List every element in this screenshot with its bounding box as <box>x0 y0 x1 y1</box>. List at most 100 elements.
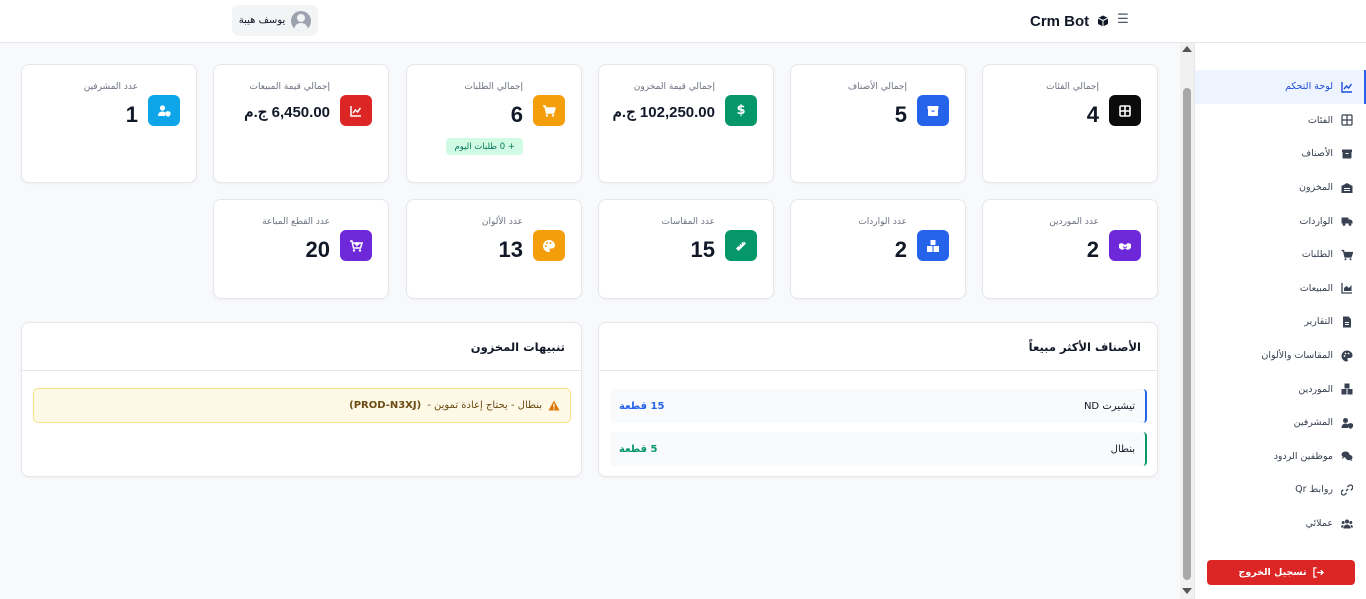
alert-sku: (PROD-N3XJ) <box>349 400 422 411</box>
sidebar-item-label: المخزون <box>1299 182 1333 194</box>
best-sellers-panel: الأصناف الأكثر مبيعاً تيشيرت ND 15 قطعة … <box>598 322 1158 477</box>
user-shield-icon <box>1341 417 1353 429</box>
sidebar-item-label: المشرفين <box>1293 417 1333 429</box>
stat-label: إجمالي الطلبات <box>464 82 523 92</box>
palette-icon <box>1341 350 1353 362</box>
user-name: يوسف هيبة <box>238 15 286 26</box>
scroll-down-arrow-icon[interactable] <box>1182 588 1192 594</box>
bars-icon[interactable]: ☰ <box>1116 12 1130 28</box>
stat-value: 2 <box>894 237 907 262</box>
stat-label: إجمالي قيمة المبيعات <box>249 82 330 92</box>
brand[interactable]: Crm Bot <box>1030 10 1109 32</box>
sidebar-item-label: المقاسات والألوان <box>1261 350 1333 362</box>
scrollbar-thumb[interactable] <box>1183 88 1191 580</box>
boxes-icon <box>1341 383 1353 395</box>
stat-card-imports[interactable]: عدد الواردات 2 <box>790 199 966 299</box>
sidebar-item-label: الموردين <box>1298 383 1333 395</box>
scroll-up-arrow-icon[interactable] <box>1182 46 1192 52</box>
stat-card-categories[interactable]: إجمالي الفئات 4 <box>982 64 1158 183</box>
box-icon <box>917 95 949 126</box>
sidebar-item-label: الواردات <box>1299 215 1333 227</box>
product-name: بنطال <box>1110 443 1135 455</box>
stock-alert: بنطال - يحتاج إعادة تموين - (PROD-N3XJ) <box>33 388 571 423</box>
stat-label: عدد المقاسات <box>661 217 715 227</box>
sidebar-item-sizes-colors[interactable]: المقاسات والألوان <box>1195 339 1366 373</box>
user-menu[interactable]: يوسف هيبة <box>232 5 318 36</box>
sidebar-item-suppliers[interactable]: الموردين <box>1195 372 1366 406</box>
dollar-icon: $ <box>725 95 757 126</box>
stat-value: 102,250.00 ج.م <box>612 104 715 121</box>
chart-line-icon <box>340 95 372 126</box>
stat-label: إجمالي الفئات <box>1046 82 1099 92</box>
sign-out-icon <box>1312 567 1324 578</box>
stat-card-suppliers[interactable]: عدد الموردين 2 <box>982 199 1158 299</box>
sidebar-nav: لوحة التحكم الفئات الأصناف المخزون الوار… <box>1195 70 1366 540</box>
stat-card-sales-value[interactable]: إجمالي قيمة المبيعات 6,450.00 ج.م <box>213 64 389 183</box>
stat-value: 1 <box>125 102 138 127</box>
cart-icon <box>533 95 565 126</box>
comments-icon <box>1341 450 1353 462</box>
list-item[interactable]: بنطال 5 قطعة <box>610 432 1147 466</box>
stat-value: 20 <box>305 237 330 262</box>
stock-alerts-panel: تنبيهات المخزون بنطال - يحتاج إعادة تموي… <box>21 322 582 477</box>
warning-icon <box>548 400 560 411</box>
stat-label: عدد المشرفين <box>83 82 138 92</box>
grid-icon <box>1341 114 1353 126</box>
box-icon <box>1341 148 1353 160</box>
product-qty: 15 قطعة <box>619 400 665 412</box>
stat-label: إجمالي قيمة المخزون <box>633 82 715 92</box>
stat-card-supervisors[interactable]: عدد المشرفين 1 <box>21 64 197 183</box>
truck-icon <box>1341 215 1353 227</box>
stat-label: إجمالي الأصناف <box>847 82 907 92</box>
stat-card-orders[interactable]: إجمالي الطلبات 6 + 0 طلبات اليوم <box>406 64 582 183</box>
top-bar: ☰ Crm Bot يوسف هيبة <box>0 0 1366 43</box>
product-name: تيشيرت ND <box>1083 400 1135 412</box>
sidebar-item-orders[interactable]: الطلبات <box>1195 238 1366 272</box>
user-shield-icon <box>148 95 180 126</box>
sidebar-item-imports[interactable]: الواردات <box>1195 204 1366 238</box>
chart-line-icon <box>1341 81 1353 93</box>
sidebar-item-label: الطلبات <box>1301 249 1333 261</box>
sidebar-item-categories[interactable]: الفئات <box>1195 104 1366 138</box>
chart-area-icon <box>1341 282 1353 295</box>
list-item[interactable]: تيشيرت ND 15 قطعة <box>610 389 1147 423</box>
sidebar-item-label: الأصناف <box>1301 148 1333 160</box>
stat-card-sold-pieces[interactable]: عدد القطع المباعة 20 <box>213 199 389 299</box>
user-circle-icon <box>291 10 312 31</box>
sidebar-item-label: روابط Qr <box>1295 484 1333 496</box>
sidebar-item-qr-links[interactable]: روابط Qr <box>1195 473 1366 507</box>
sidebar-item-products[interactable]: الأصناف <box>1195 137 1366 171</box>
ruler-icon <box>725 230 757 261</box>
stat-label: عدد الألوان <box>481 217 523 227</box>
stat-card-inventory-value[interactable]: إجمالي قيمة المخزون 102,250.00 ج.م $ <box>598 64 774 183</box>
logout-button[interactable]: تسجيل الخروج <box>1207 560 1355 585</box>
stat-label: عدد الواردات <box>858 217 907 227</box>
sidebar-item-reports[interactable]: التقارير <box>1195 305 1366 339</box>
sidebar-item-customers[interactable]: عملائي <box>1195 507 1366 541</box>
best-sellers-title: الأصناف الأكثر مبيعاً <box>599 323 1157 371</box>
sidebar-item-supervisors[interactable]: المشرفين <box>1195 406 1366 440</box>
sidebar-item-label: لوحة التحكم <box>1285 81 1333 93</box>
sidebar-item-label: الفئات <box>1307 114 1333 126</box>
alert-text: بنطال - يحتاج إعادة تموين - <box>427 400 542 411</box>
sidebar-item-sales[interactable]: المبيعات <box>1195 272 1366 306</box>
sidebar-item-label: موظفين الردود <box>1273 450 1333 462</box>
sidebar-item-inventory[interactable]: المخزون <box>1195 171 1366 205</box>
handshake-icon <box>1109 230 1141 261</box>
grid-icon <box>1109 95 1141 126</box>
stat-card-colors[interactable]: عدد الألوان 13 <box>406 199 582 299</box>
sidebar-item-reply-staff[interactable]: موظفين الردود <box>1195 440 1366 474</box>
stat-value: 15 <box>690 237 715 262</box>
warehouse-icon <box>1341 182 1353 194</box>
stat-card-products[interactable]: إجمالي الأصناف 5 <box>790 64 966 183</box>
link-icon <box>1341 484 1353 496</box>
logout-label: تسجيل الخروج <box>1238 567 1307 578</box>
stat-value: 6,450.00 ج.م <box>244 104 330 121</box>
orders-today-badge: + 0 طلبات اليوم <box>446 138 523 155</box>
sidebar: لوحة التحكم الفئات الأصناف المخزون الوار… <box>1194 43 1366 599</box>
sidebar-item-dashboard[interactable]: لوحة التحكم <box>1195 70 1366 104</box>
stock-alerts-title: تنبيهات المخزون <box>22 323 581 371</box>
stat-card-sizes[interactable]: عدد المقاسات 15 <box>598 199 774 299</box>
sidebar-item-label: المبيعات <box>1299 282 1333 294</box>
stat-value: 5 <box>894 102 907 127</box>
